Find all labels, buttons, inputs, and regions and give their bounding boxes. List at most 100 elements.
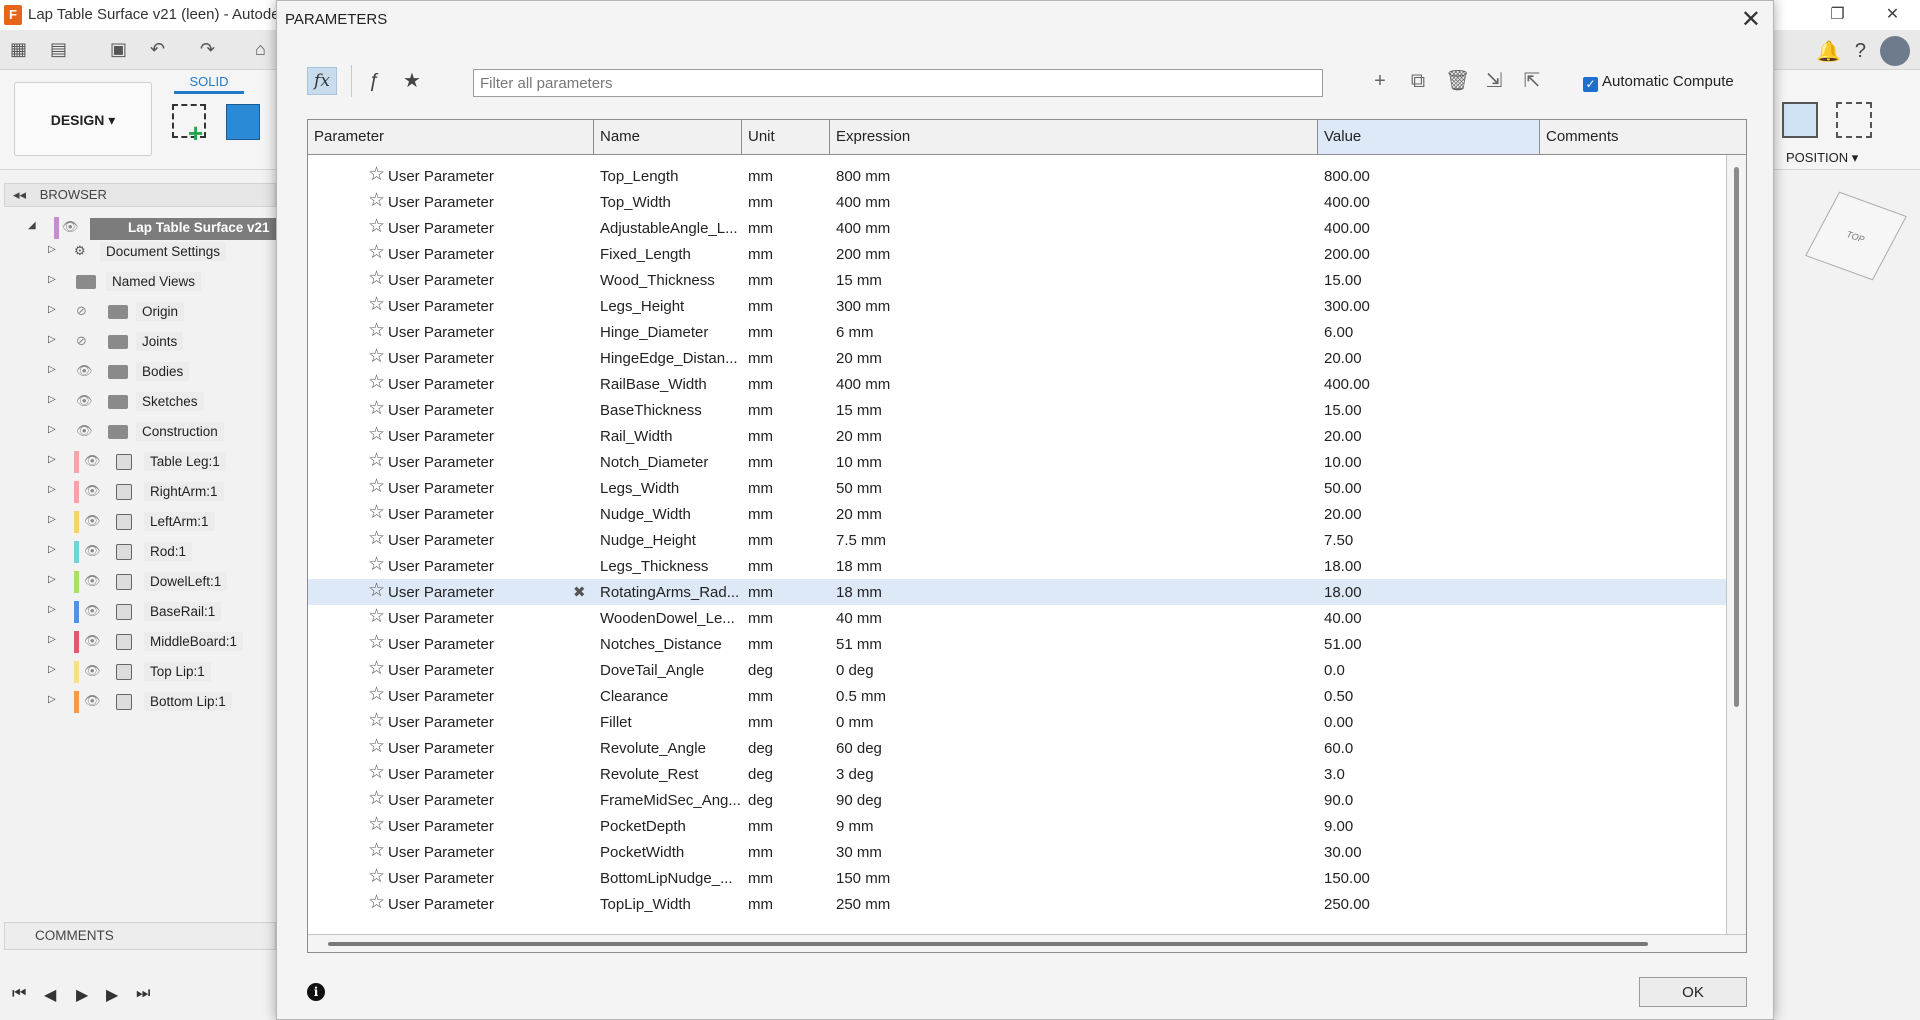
favorite-star-icon[interactable]: ☆ xyxy=(368,477,385,497)
favorite-star-icon[interactable]: ☆ xyxy=(368,841,385,861)
viewcube-top[interactable]: TOP xyxy=(1845,229,1867,244)
apps-grid-icon[interactable]: ▦ xyxy=(10,39,27,60)
param-name[interactable]: PocketDepth xyxy=(600,818,744,835)
favorite-star-icon[interactable]: ☆ xyxy=(368,581,385,601)
param-unit[interactable]: mm xyxy=(748,896,828,913)
favorite-star-icon[interactable]: ☆ xyxy=(368,191,385,211)
param-expression[interactable]: 6 mm xyxy=(836,324,1306,341)
param-name[interactable]: Notches_Distance xyxy=(600,636,744,653)
col-comments-header[interactable]: Comments xyxy=(1540,120,1746,154)
browser-item[interactable]: ▷ ⊘ Origin xyxy=(0,299,276,325)
favorite-star-icon[interactable]: ☆ xyxy=(368,555,385,575)
param-expression[interactable]: 7.5 mm xyxy=(836,532,1306,549)
table-row[interactable]: ☆ User Parameter BaseThickness mm 15 mm 15.00 xyxy=(308,397,1726,423)
browser-item[interactable]: ▷ ⚙ Document Settings xyxy=(0,239,276,265)
previous-step-icon[interactable]: ◀ xyxy=(44,985,56,1005)
param-unit[interactable]: mm xyxy=(748,558,828,575)
browser-item[interactable]: ▷ ⊘ Joints xyxy=(0,329,276,355)
param-expression[interactable]: 15 mm xyxy=(836,272,1306,289)
table-row[interactable]: ☆ User Parameter Hinge_Diameter mm 6 mm 6.00 xyxy=(308,319,1726,345)
eye-hidden-icon[interactable]: ⊘ xyxy=(76,303,96,319)
param-unit[interactable]: mm xyxy=(748,272,828,289)
param-unit[interactable]: mm xyxy=(748,688,828,705)
table-row[interactable]: ☆ User Parameter Fillet mm 0 mm 0.00 xyxy=(308,709,1726,735)
param-expression[interactable]: 51 mm xyxy=(836,636,1306,653)
horizontal-scroll-thumb[interactable] xyxy=(328,942,1648,946)
table-row[interactable]: ☆ User Parameter BottomLipNudge_... mm 150 m… xyxy=(308,865,1726,891)
table-row[interactable]: ☆ User Parameter Clearance mm 0.5 mm 0.50 xyxy=(308,683,1726,709)
play-icon[interactable]: ▶ xyxy=(76,985,88,1005)
favorite-star-icon[interactable]: ☆ xyxy=(368,815,385,835)
browser-item[interactable]: ▷ 👁 Top Lip:1 xyxy=(0,659,276,685)
redo-icon[interactable]: ↷ xyxy=(200,39,215,60)
extrude-icon[interactable] xyxy=(226,104,260,140)
all-parameters-icon[interactable]: fx xyxy=(307,67,337,95)
param-unit[interactable]: deg xyxy=(748,740,828,757)
eye-hidden-icon[interactable]: ⊘ xyxy=(76,333,96,349)
vertical-scrollbar[interactable] xyxy=(1726,155,1746,935)
favorite-star-icon[interactable]: ☆ xyxy=(368,269,385,289)
eye-icon[interactable]: 👁 xyxy=(76,363,96,379)
table-row[interactable]: ☆ User Parameter Notches_Distance mm 51 mm 51… xyxy=(308,631,1726,657)
ok-button[interactable]: OK xyxy=(1639,977,1747,1007)
favorites-star-icon[interactable]: ★ xyxy=(403,69,421,93)
eye-icon[interactable]: 👁 xyxy=(84,543,104,559)
filter-input[interactable] xyxy=(473,69,1323,97)
param-name[interactable]: Revolute_Angle xyxy=(600,740,744,757)
help-icon[interactable]: ? xyxy=(1855,40,1866,63)
param-name[interactable]: Rail_Width xyxy=(600,428,744,445)
browser-item[interactable]: ▷ 👁 MiddleBoard:1 xyxy=(0,629,276,655)
browser-item[interactable]: ▷ 👁 Bottom Lip:1 xyxy=(0,689,276,715)
param-unit[interactable]: deg xyxy=(748,662,828,679)
collapse-icon[interactable]: ◢ xyxy=(28,220,36,231)
param-unit[interactable]: mm xyxy=(748,376,828,393)
favorite-star-icon[interactable]: ☆ xyxy=(368,243,385,263)
avatar[interactable] xyxy=(1880,36,1910,66)
checkbox-checked-icon[interactable]: ✓ xyxy=(1583,77,1598,92)
delete-row-icon[interactable]: ✖ xyxy=(573,583,586,601)
param-unit[interactable]: mm xyxy=(748,532,828,549)
param-name[interactable]: PocketWidth xyxy=(600,844,744,861)
param-name[interactable]: Nudge_Width xyxy=(600,506,744,523)
param-name[interactable]: Top_Length xyxy=(600,168,744,185)
param-name[interactable]: Legs_Thickness xyxy=(600,558,744,575)
table-row[interactable]: ☆ User Parameter Legs_Height mm 300 mm 300.00 xyxy=(308,293,1726,319)
eye-icon[interactable]: 👁 xyxy=(84,453,104,469)
browser-item[interactable]: ▷ 👁 BaseRail:1 xyxy=(0,599,276,625)
param-expression[interactable]: 9 mm xyxy=(836,818,1306,835)
table-row[interactable]: ☆ User Parameter Revolute_Rest deg 3 deg 3.0 xyxy=(308,761,1726,787)
param-name[interactable]: Nudge_Height xyxy=(600,532,744,549)
table-row[interactable]: ☆ User Parameter FrameMidSec_Ang... deg 90 d… xyxy=(308,787,1726,813)
browser-item[interactable]: ▷ 👁 Bodies xyxy=(0,359,276,385)
expand-icon[interactable]: ▷ xyxy=(48,664,56,675)
param-expression[interactable]: 90 deg xyxy=(836,792,1306,809)
table-row[interactable]: ☆ User Parameter AdjustableAngle_L... mm 400… xyxy=(308,215,1726,241)
expand-icon[interactable]: ▷ xyxy=(48,274,56,285)
favorite-star-icon[interactable]: ☆ xyxy=(368,373,385,393)
expand-icon[interactable]: ▷ xyxy=(48,334,56,345)
eye-icon[interactable]: 👁 xyxy=(84,663,104,679)
file-icon[interactable]: ▤ xyxy=(50,39,67,60)
table-row[interactable]: ☆ User Parameter Legs_Width mm 50 mm 50.00 xyxy=(308,475,1726,501)
table-row[interactable]: ☆ User Parameter Fixed_Length mm 200 mm 200.0… xyxy=(308,241,1726,267)
info-icon[interactable]: i xyxy=(307,983,325,1001)
position-menu[interactable]: POSITION ▾ xyxy=(1786,150,1858,166)
param-unit[interactable]: mm xyxy=(748,870,828,887)
favorite-star-icon[interactable]: ☆ xyxy=(368,503,385,523)
favorite-star-icon[interactable]: ☆ xyxy=(368,633,385,653)
param-expression[interactable]: 150 mm xyxy=(836,870,1306,887)
browser-root[interactable]: ◢ 👁 Lap Table Surface v21 xyxy=(0,215,276,241)
expand-icon[interactable]: ▷ xyxy=(48,394,56,405)
param-name[interactable]: Hinge_Diameter xyxy=(600,324,744,341)
param-expression[interactable]: 20 mm xyxy=(836,428,1306,445)
param-unit[interactable]: mm xyxy=(748,636,828,653)
eye-icon[interactable]: 👁 xyxy=(84,483,104,499)
col-name-header[interactable]: Name xyxy=(594,120,742,154)
param-expression[interactable]: 40 mm xyxy=(836,610,1306,627)
home-icon[interactable]: ⌂ xyxy=(255,39,266,60)
param-name[interactable]: HingeEdge_Distan... xyxy=(600,350,744,367)
browser-item[interactable]: ▷ 👁 Construction xyxy=(0,419,276,445)
param-name[interactable]: RotatingArms_Rad... xyxy=(600,584,744,601)
param-name[interactable]: Legs_Width xyxy=(600,480,744,497)
browser-header[interactable]: ◂◂ BROWSER xyxy=(4,183,276,207)
